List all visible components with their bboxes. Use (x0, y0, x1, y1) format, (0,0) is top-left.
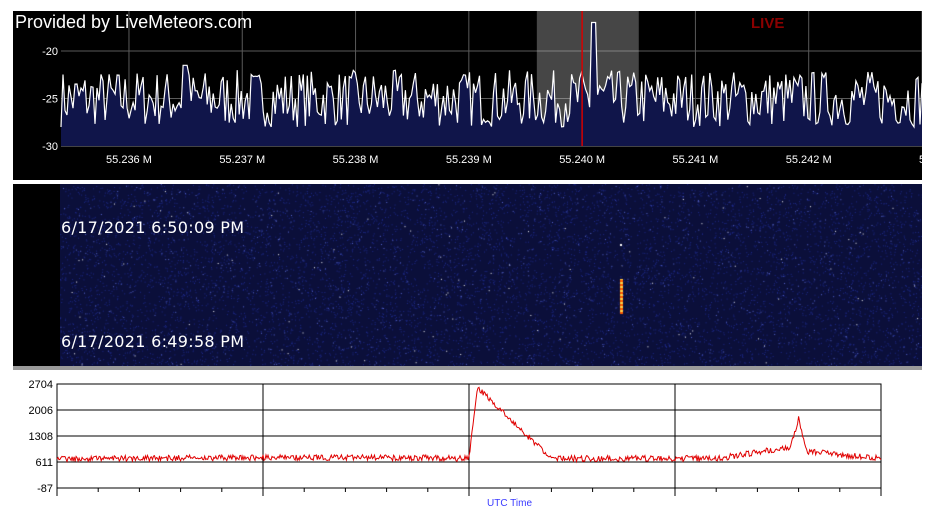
counts-chart: 2704 2006 1308 611 -87 UTC Time (0, 370, 935, 508)
spectrum-y-axis: -20 -25 -30 (42, 46, 58, 153)
waterfall-timestamp-bottom: 6/17/2021 6:49:58 PM (61, 332, 245, 351)
counts-x-axis-label: UTC Time (487, 498, 532, 508)
spectrum-x-tick-label: 55.239 M (446, 154, 492, 166)
spectrum-x-tick-label: 5 (919, 154, 922, 166)
spectrum-y-tick-label: -20 (42, 46, 58, 58)
spectrum-x-axis: 55.236 M 55.237 M 55.238 M 55.239 M 55.240 M… (106, 154, 922, 166)
spectrum-x-tick-label: 55.241 M (672, 154, 718, 166)
counts-y-tick-label: 2704 (29, 379, 53, 391)
spectrum-y-tick-label: -25 (42, 94, 58, 106)
counts-y-tick-label: 611 (35, 457, 53, 469)
counts-y-axis: 2704 2006 1308 611 -87 (29, 379, 53, 495)
brand-label: Provided by LiveMeteors.com (15, 12, 252, 32)
counts-y-tick-label: -87 (37, 483, 53, 495)
counts-x-axis-ticks (56, 488, 882, 496)
counts-y-tick-label: 2006 (29, 405, 53, 417)
spectrum-x-tick-label: 55.238 M (333, 154, 379, 166)
counts-y-tick-label: 1308 (29, 431, 53, 443)
live-indicator: LIVE (751, 15, 784, 32)
waterfall-display: 6/17/2021 6:50:09 PM 6/17/2021 6:49:58 P… (13, 184, 922, 366)
spectrum-x-tick-label: 55.242 M (786, 154, 832, 166)
spectrum-x-tick-label: 55.240 M (559, 154, 605, 166)
waterfall-timestamp-top: 6/17/2021 6:50:09 PM (61, 218, 245, 237)
spectrum-x-tick-label: 55.237 M (219, 154, 265, 166)
spectrum-y-tick-label: -30 (42, 141, 58, 153)
spectrum-x-tick-label: 55.236 M (106, 154, 152, 166)
spectrum-chart: -20 -25 -30 55.236 M 55.237 M 55.238 M 55.239… (13, 11, 922, 180)
